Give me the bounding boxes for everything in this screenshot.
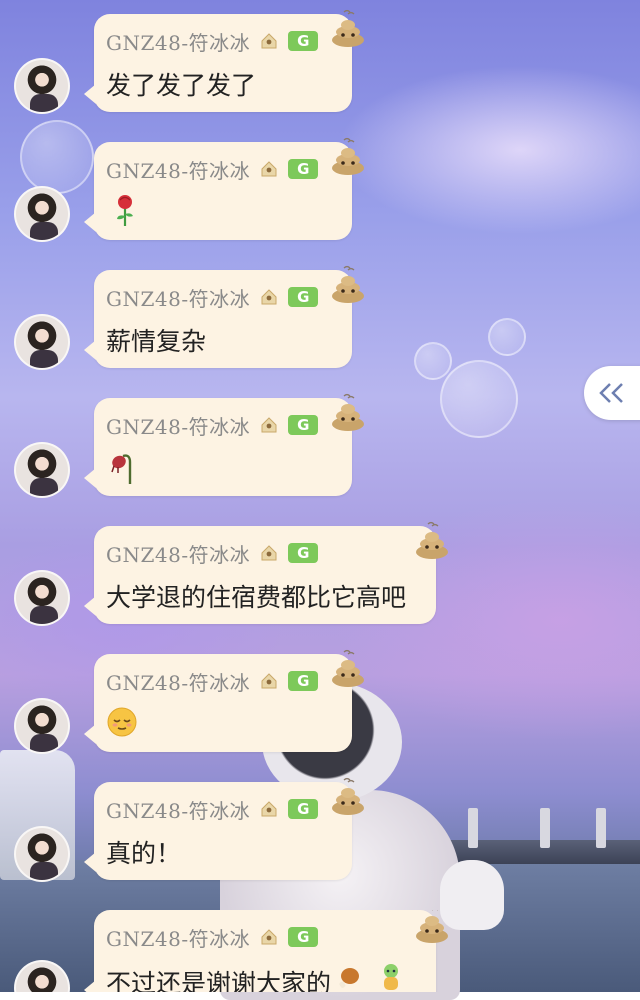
background-bubble xyxy=(488,318,526,356)
pier-post xyxy=(540,808,550,848)
pier-post xyxy=(468,808,478,848)
sender-name: GNZ48-符冰冰 xyxy=(106,286,251,311)
message-bubble[interactable]: GNZ48-符冰冰 G 发了发了发了 xyxy=(84,14,352,112)
sender-name: GNZ48-符冰冰 xyxy=(106,926,251,951)
group-badge: G xyxy=(288,159,319,179)
sender-name: GNZ48-符冰冰 xyxy=(106,30,251,55)
message-bubble[interactable]: GNZ48-符冰冰 G xyxy=(84,654,352,752)
poop-icon xyxy=(332,777,364,815)
sender-name: GNZ48-符冰冰 xyxy=(106,542,251,567)
sender-row: GNZ48-符冰冰 G xyxy=(106,796,319,823)
collapse-panel-button[interactable] xyxy=(584,366,640,420)
sender-row: GNZ48-符冰冰 G xyxy=(106,668,319,695)
sender-name: GNZ48-符冰冰 xyxy=(106,670,251,695)
house-icon xyxy=(261,929,277,945)
avatar[interactable] xyxy=(14,570,70,626)
poop-icon xyxy=(332,265,364,303)
group-badge: G xyxy=(288,287,319,307)
chat-message: GNZ48-符冰冰 G 真的！ xyxy=(0,777,460,892)
poop-icon xyxy=(416,910,448,943)
sender-row: GNZ48-符冰冰 G xyxy=(106,540,319,567)
avatar[interactable] xyxy=(14,960,70,992)
avatar[interactable] xyxy=(14,698,70,754)
avatar[interactable] xyxy=(14,442,70,498)
sender-name: GNZ48-符冰冰 xyxy=(106,414,251,439)
message-bubble[interactable]: GNZ48-符冰冰 G 大学退的住宿费都比它高吧 xyxy=(84,526,436,624)
sender-row: GNZ48-符冰冰 G xyxy=(106,412,319,439)
message-text: 发了发了发了 xyxy=(106,71,257,100)
group-badge: G xyxy=(288,543,319,563)
avatar[interactable] xyxy=(14,186,70,242)
message-text: 大学退的住宿费都比它高吧 xyxy=(106,583,407,612)
message-text: 真的！ xyxy=(106,839,182,868)
pier-post xyxy=(596,808,606,848)
group-badge: G xyxy=(288,799,319,819)
house-icon xyxy=(261,417,277,433)
group-badge: G xyxy=(288,927,319,947)
message-bubble[interactable]: GNZ48-符冰冰 G 真的！ xyxy=(84,782,352,880)
chat-message: GNZ48-符冰冰 G xyxy=(0,649,460,764)
chat-message: GNZ48-符冰冰 G xyxy=(0,137,460,252)
sender-row: GNZ48-符冰冰 G xyxy=(106,284,319,311)
chat-message: GNZ48-符冰冰 G 发了发了发了 xyxy=(0,9,460,124)
chat-message: GNZ48-符冰冰 G 不过还是谢谢大家的 xyxy=(0,910,480,992)
message-text: 薪情复杂 xyxy=(106,327,207,356)
group-badge: G xyxy=(288,31,319,51)
rose-emoji-icon xyxy=(117,195,133,226)
message-text: 不过还是谢谢大家的 xyxy=(106,969,332,992)
poop-icon xyxy=(332,9,364,47)
wilted-rose-emoji-icon xyxy=(111,454,132,484)
group-badge: G xyxy=(288,671,319,691)
message-bubble[interactable]: GNZ48-符冰冰 G xyxy=(84,142,352,240)
figure-emoji-icon xyxy=(384,964,398,990)
house-icon xyxy=(261,801,277,817)
avatar[interactable] xyxy=(14,826,70,882)
avatar[interactable] xyxy=(14,58,70,114)
message-bubble[interactable]: GNZ48-符冰冰 G 薪情复杂 xyxy=(84,270,352,368)
poop-icon xyxy=(416,521,448,559)
message-bubble[interactable]: GNZ48-符冰冰 G 不过还是谢谢大家的 xyxy=(84,910,436,992)
message-bubble[interactable]: GNZ48-符冰冰 G xyxy=(84,398,352,496)
house-icon xyxy=(261,673,277,689)
chat-message: GNZ48-符冰冰 G 薪情复杂 xyxy=(0,265,460,380)
poop-icon xyxy=(332,393,364,431)
poop-icon xyxy=(332,649,364,687)
house-icon xyxy=(261,545,277,561)
sender-name: GNZ48-符冰冰 xyxy=(106,798,251,823)
double-chevron-left-icon xyxy=(599,383,623,403)
chicken-leg-emoji-icon xyxy=(339,968,359,988)
group-badge: G xyxy=(288,415,319,435)
poop-icon xyxy=(332,137,364,175)
house-icon xyxy=(261,33,277,49)
house-icon xyxy=(261,161,277,177)
sender-name: GNZ48-符冰冰 xyxy=(106,158,251,183)
sleepy-face-emoji-icon xyxy=(107,707,137,737)
sender-row: GNZ48-符冰冰 G xyxy=(106,924,319,951)
sender-row: GNZ48-符冰冰 G xyxy=(106,28,319,55)
chat-message: GNZ48-符冰冰 G 大学退的住宿费都比它高吧 xyxy=(0,521,480,636)
chat-message: GNZ48-符冰冰 G xyxy=(0,393,460,508)
avatar[interactable] xyxy=(14,314,70,370)
house-icon xyxy=(261,289,277,305)
sender-row: GNZ48-符冰冰 G xyxy=(106,156,319,183)
